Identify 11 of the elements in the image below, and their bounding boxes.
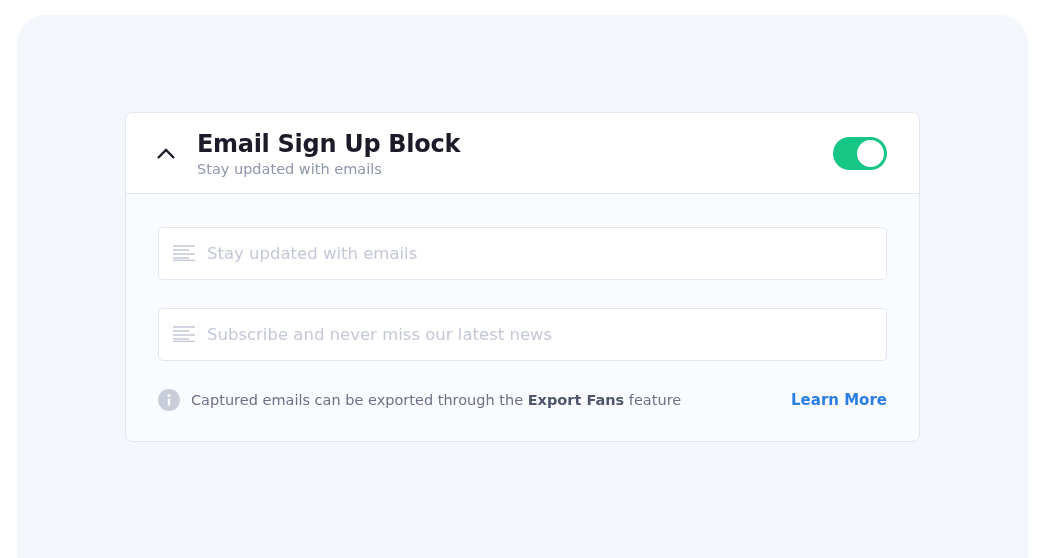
text-lines-icon (173, 326, 195, 342)
info-icon (158, 389, 180, 411)
block-title: Email Sign Up Block (197, 129, 461, 158)
toggle-switch[interactable] (833, 136, 887, 170)
block-subtitle: Stay updated with emails (197, 160, 382, 177)
text-lines-icon (173, 245, 195, 261)
chevron-up-icon[interactable] (156, 147, 176, 159)
learn-more-link[interactable]: Learn More (791, 391, 887, 409)
text-field[interactable]: Subscribe and never miss our latest news (158, 308, 887, 361)
info-note: Captured emails can be exported through the Export Fans feature (191, 392, 683, 408)
text-field[interactable]: Stay updated with emails (158, 227, 887, 280)
